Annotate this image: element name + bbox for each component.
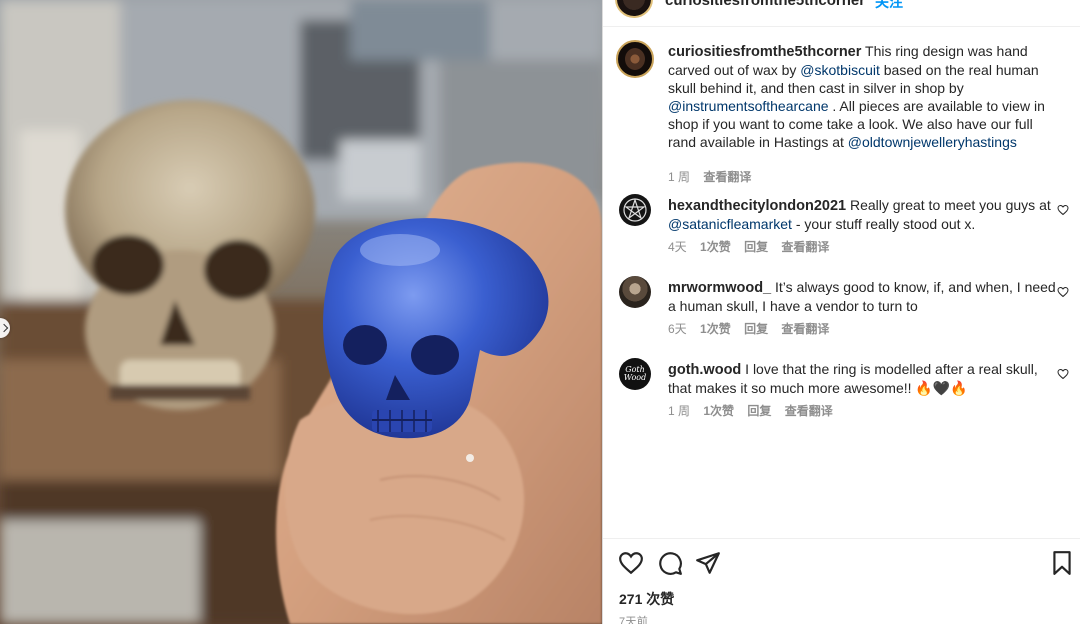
comment-likes[interactable]: 1次赞: [700, 322, 731, 336]
comment-text: hexandthecitylondon2021 Really great to …: [668, 196, 1056, 233]
comment-part: Really great to meet you guys at: [846, 197, 1051, 213]
see-translation-link[interactable]: 查看翻译: [781, 240, 829, 254]
comment-text: mrwormwood_ It’s always good to know, if…: [668, 278, 1056, 315]
comment-item: Goth Wood goth.wood I love that the ring…: [603, 358, 1080, 422]
comment-meta: 6天 1次赞 回复 查看翻译: [668, 320, 839, 337]
mention-link[interactable]: @oldtownjewelleryhastings: [848, 134, 1017, 150]
comments-panel: curiositiesfromthe5thcorner 关注 curiositi…: [602, 0, 1080, 624]
mention-link[interactable]: @skotbiscuit: [800, 62, 880, 78]
post-date: 7天前: [619, 616, 649, 624]
reply-button[interactable]: 回复: [744, 322, 768, 336]
caption-meta: 1 周 查看翻译: [668, 168, 761, 185]
post-photo[interactable]: [0, 0, 602, 624]
mention-link[interactable]: @satanicfleamarket: [668, 216, 792, 232]
follow-button[interactable]: 关注: [875, 0, 903, 12]
see-translation-link[interactable]: 查看翻译: [785, 404, 833, 418]
comment-part: - your stuff really stood out x.: [791, 216, 976, 232]
comment-meta: 1 周 1次赞 回复 查看翻译: [668, 402, 843, 419]
comment-item: mrwormwood_ It’s always good to know, if…: [603, 276, 1080, 340]
reply-button[interactable]: 回复: [747, 404, 771, 418]
reply-button[interactable]: 回复: [744, 240, 768, 254]
comment-username[interactable]: hexandthecitylondon2021: [668, 198, 846, 214]
like-count[interactable]: 271 次赞: [619, 589, 674, 609]
caption-age[interactable]: 1 周: [668, 170, 690, 184]
post-header: curiositiesfromthe5thcorner 关注: [603, 0, 1080, 27]
see-translation-link[interactable]: 查看翻译: [781, 322, 829, 336]
like-comment-icon[interactable]: [1057, 204, 1069, 216]
comment-username[interactable]: goth.wood: [668, 362, 741, 378]
comment-text: goth.wood I love that the ring is modell…: [668, 360, 1056, 397]
caption-item: curiositiesfromthe5thcorner This ring de…: [603, 40, 1080, 184]
author-avatar[interactable]: [615, 0, 653, 18]
photo-illustration: [0, 0, 602, 624]
author-username[interactable]: curiositiesfromthe5thcorner: [665, 0, 865, 9]
commenter-avatar[interactable]: Goth Wood: [619, 358, 651, 390]
instagram-post-view: curiositiesfromthe5thcorner 关注 curiositi…: [0, 0, 1080, 624]
pentagram-icon: [623, 198, 647, 222]
bookmark-icon[interactable]: [1049, 550, 1075, 576]
like-comment-icon[interactable]: [1057, 368, 1069, 380]
author-avatar[interactable]: [616, 40, 654, 78]
comment-likes[interactable]: 1次赞: [703, 404, 734, 418]
comment-meta: 4天 1次赞 回复 查看翻译: [668, 238, 839, 255]
see-translation-link[interactable]: 查看翻译: [703, 170, 751, 184]
comment-item: hexandthecitylondon2021 Really great to …: [603, 194, 1080, 258]
commenter-avatar[interactable]: [619, 276, 651, 308]
comment-age[interactable]: 6天: [668, 322, 687, 336]
comment-age[interactable]: 1 周: [668, 404, 690, 418]
caption-username[interactable]: curiositiesfromthe5thcorner: [668, 44, 861, 60]
mention-link[interactable]: @instrumentsofthearcane: [668, 98, 829, 114]
caption-text: curiositiesfromthe5thcorner This ring de…: [668, 42, 1056, 151]
comment-icon[interactable]: [657, 550, 683, 576]
comment-likes[interactable]: 1次赞: [700, 240, 731, 254]
share-icon[interactable]: [695, 550, 721, 576]
heart-icon[interactable]: [618, 550, 644, 576]
commenter-avatar[interactable]: [619, 194, 651, 226]
comment-age[interactable]: 4天: [668, 240, 687, 254]
like-comment-icon[interactable]: [1057, 286, 1069, 298]
post-actions: 271 次赞 7天前: [603, 538, 1080, 624]
comment-username[interactable]: mrwormwood_: [668, 280, 771, 296]
